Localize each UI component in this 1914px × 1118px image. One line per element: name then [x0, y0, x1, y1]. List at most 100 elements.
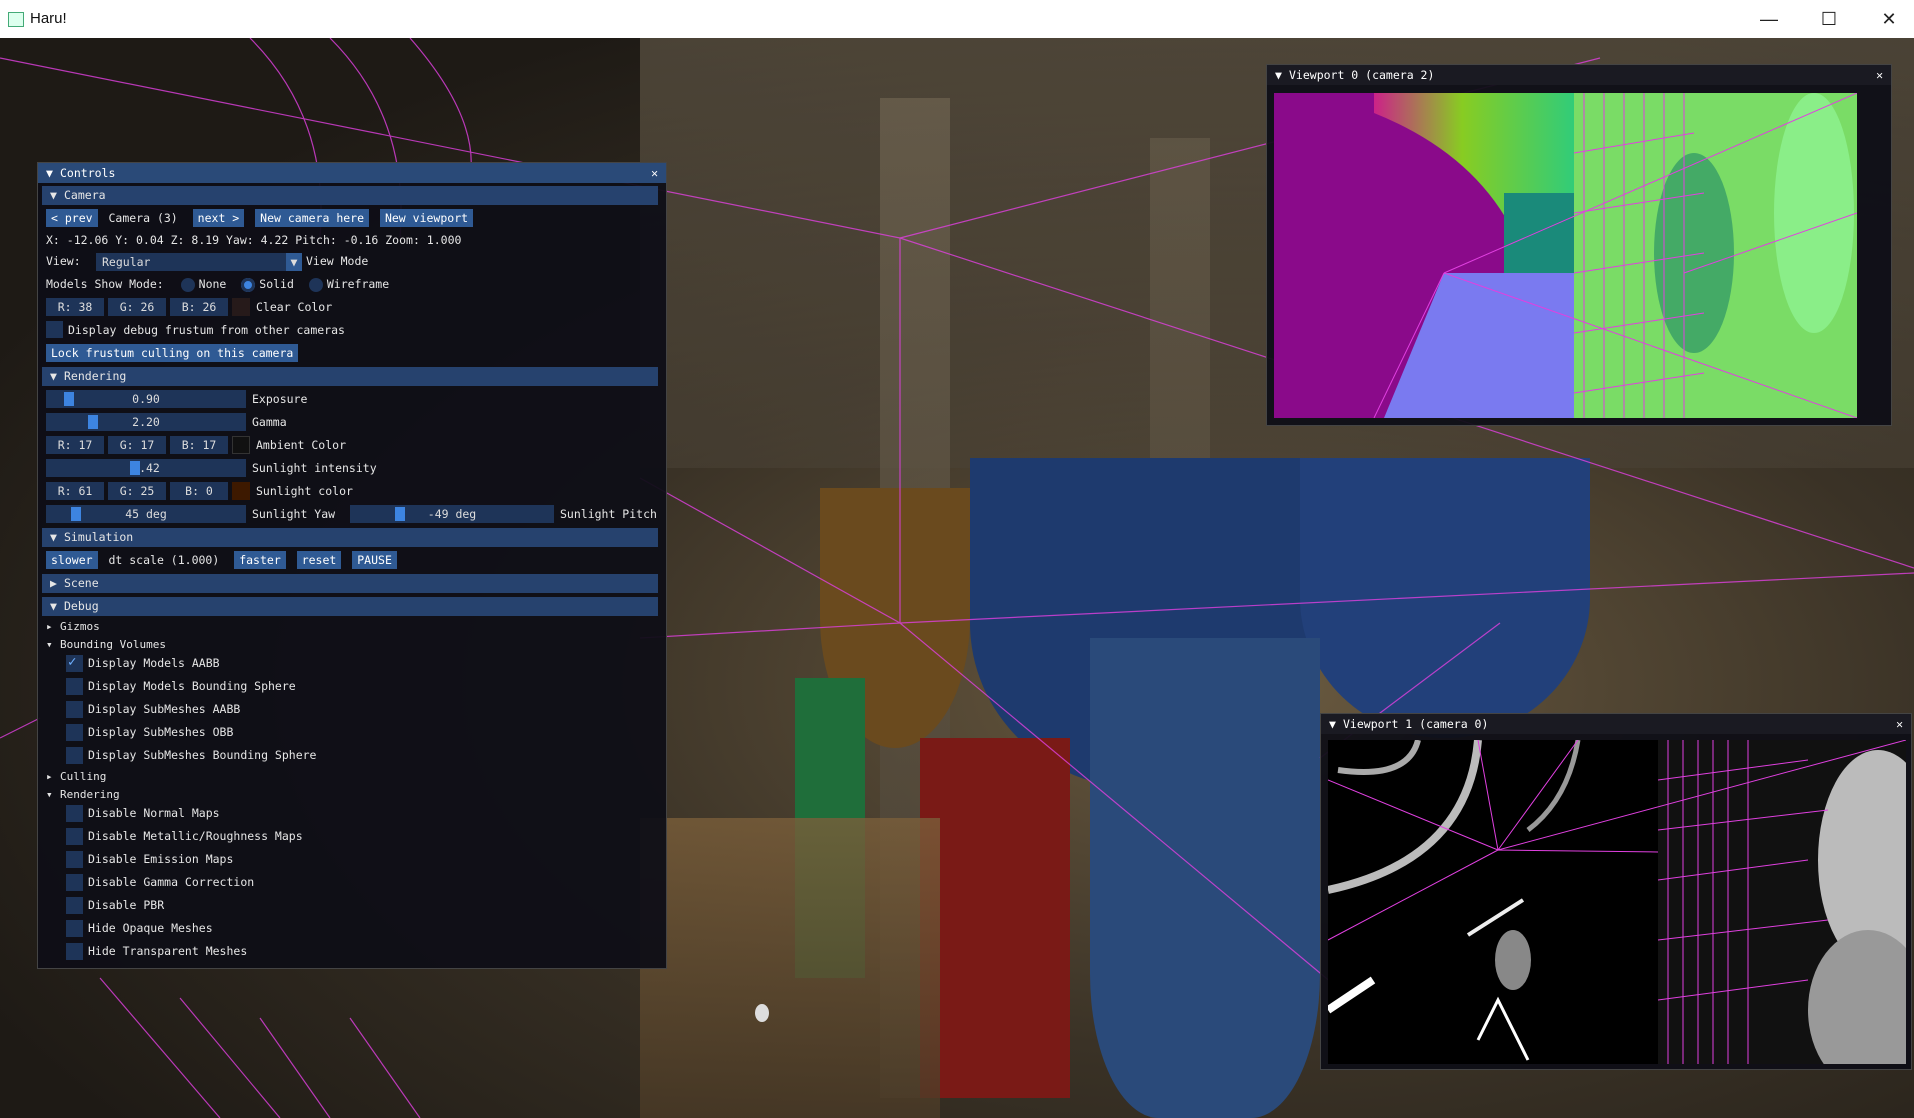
ambient-color-swatch[interactable]: [232, 436, 250, 454]
chevron-down-icon: ▼: [50, 188, 57, 202]
r-checkbox-2[interactable]: [66, 851, 83, 868]
radio-solid[interactable]: [241, 277, 256, 292]
scene-header[interactable]: ▶ Scene: [42, 574, 658, 593]
next-camera-button[interactable]: next >: [192, 209, 245, 227]
viewport-1-render[interactable]: [1328, 740, 1906, 1064]
ambient-color-r[interactable]: R: 17: [46, 436, 104, 454]
sunlight-color-r[interactable]: R: 61: [46, 482, 104, 500]
r-label-6: Hide Transparent Meshes: [88, 944, 248, 958]
pause-button[interactable]: PAUSE: [352, 551, 397, 569]
collapse-arrow-icon[interactable]: ▼: [1275, 65, 1289, 85]
scene-header-label: Scene: [64, 576, 99, 590]
controls-window[interactable]: ▼ Controls ✕ ▼ Camera < prev Camera (3) ne…: [37, 162, 667, 969]
sunlight-color-b[interactable]: B: 0: [170, 482, 228, 500]
clear-color-label: Clear Color: [256, 300, 333, 314]
exposure-slider[interactable]: 0.90: [46, 390, 246, 408]
controls-titlebar[interactable]: ▼ Controls ✕: [38, 163, 666, 183]
bv-checkbox-3[interactable]: [66, 724, 83, 741]
sunlight-intensity-slider[interactable]: 4.42: [46, 459, 246, 477]
bv-label-0: Display Models AABB: [88, 656, 220, 670]
reset-button[interactable]: reset: [296, 551, 342, 569]
chevron-down-icon[interactable]: ▼: [286, 253, 302, 271]
gizmos-label: Gizmos: [60, 620, 100, 633]
chevron-down-icon: ▾: [46, 788, 53, 801]
viewport-0-close-icon[interactable]: ✕: [1876, 65, 1883, 85]
sunlight-color-swatch[interactable]: [232, 482, 250, 500]
controls-title: Controls: [60, 166, 116, 180]
viewport-0-render[interactable]: [1274, 93, 1857, 418]
ambient-color-b[interactable]: B: 17: [170, 436, 228, 454]
r-checkbox-0[interactable]: [66, 805, 83, 822]
debug-rendering-node[interactable]: ▾ Rendering: [46, 785, 120, 804]
viewport-1-close-icon[interactable]: ✕: [1896, 714, 1903, 734]
controls-close-icon[interactable]: ✕: [651, 163, 658, 183]
bounding-volumes-label: Bounding Volumes: [60, 638, 166, 651]
exposure-value: 0.90: [132, 392, 160, 406]
new-camera-button[interactable]: New camera here: [255, 209, 370, 227]
camera-header[interactable]: ▼ Camera: [42, 186, 658, 205]
clear-color-b[interactable]: B: 26: [170, 298, 228, 316]
chevron-right-icon: ▸: [46, 620, 53, 633]
culling-node[interactable]: ▸ Culling: [46, 767, 106, 786]
r-checkbox-1[interactable]: [66, 828, 83, 845]
view-select[interactable]: Regular: [96, 253, 286, 271]
bv-checkbox-4[interactable]: [66, 747, 83, 764]
bv-checkbox-2[interactable]: [66, 701, 83, 718]
sunlight-yaw-slider[interactable]: 45 deg: [46, 505, 246, 523]
slider-grab[interactable]: [63, 392, 74, 406]
radio-none-label: None: [198, 277, 227, 291]
gizmos-node[interactable]: ▸ Gizmos: [46, 617, 100, 636]
camera-header-label: Camera: [64, 188, 106, 202]
viewport-0-normals-image: [1274, 93, 1857, 418]
clear-color-r[interactable]: R: 38: [46, 298, 104, 316]
radio-wireframe[interactable]: [308, 277, 323, 292]
viewport-1-titlebar[interactable]: ▼ Viewport 1 (camera 0) ✕: [1321, 714, 1911, 734]
sunlight-color-g[interactable]: G: 25: [108, 482, 166, 500]
slider-grab[interactable]: [395, 507, 406, 521]
gamma-value: 2.20: [132, 415, 160, 429]
bv-checkbox-1[interactable]: [66, 678, 83, 695]
slider-grab[interactable]: [129, 461, 140, 475]
r-label-3: Disable Gamma Correction: [88, 875, 255, 889]
viewport-1-window[interactable]: ▼ Viewport 1 (camera 0) ✕: [1320, 713, 1912, 1070]
debug-frustum-checkbox[interactable]: [46, 321, 63, 338]
simulation-header[interactable]: ▼ Simulation: [42, 528, 658, 547]
minimize-button[interactable]: —: [1746, 0, 1792, 38]
radio-none[interactable]: [180, 277, 195, 292]
radio-solid-label: Solid: [259, 277, 294, 291]
clear-color-swatch[interactable]: [232, 298, 250, 316]
slider-grab[interactable]: [88, 415, 99, 429]
culling-label: Culling: [60, 770, 107, 783]
clear-color-g[interactable]: G: 26: [108, 298, 166, 316]
lock-frustum-button[interactable]: Lock frustum culling on this camera: [46, 344, 299, 362]
gamma-slider[interactable]: 2.20: [46, 413, 246, 431]
slower-button[interactable]: slower: [46, 551, 98, 569]
rendering-header[interactable]: ▼ Rendering: [42, 367, 658, 386]
debug-header[interactable]: ▼ Debug: [42, 597, 658, 616]
new-viewport-button[interactable]: New viewport: [379, 209, 474, 227]
slider-grab[interactable]: [70, 507, 81, 521]
sunlight-pitch-label: Sunlight Pitch: [560, 507, 657, 521]
bv-checkbox-0[interactable]: [66, 654, 83, 672]
r-checkbox-3[interactable]: [66, 874, 83, 891]
collapse-arrow-icon[interactable]: ▼: [1329, 714, 1343, 734]
r-checkbox-4[interactable]: [66, 897, 83, 914]
r-checkbox-5[interactable]: [66, 920, 83, 937]
dt-scale-label: dt scale (1.000): [108, 553, 220, 567]
chevron-down-icon: ▼: [50, 530, 57, 544]
viewport-0-titlebar[interactable]: ▼ Viewport 0 (camera 2) ✕: [1267, 65, 1891, 85]
prev-camera-button[interactable]: < prev: [46, 209, 98, 227]
faster-button[interactable]: faster: [234, 551, 286, 569]
collapse-arrow-icon[interactable]: ▼: [46, 163, 60, 183]
viewport-0-window[interactable]: ▼ Viewport 0 (camera 2) ✕: [1266, 64, 1892, 426]
ambient-color-g[interactable]: G: 17: [108, 436, 166, 454]
r-label-5: Hide Opaque Meshes: [88, 921, 213, 935]
r-checkbox-6[interactable]: [66, 943, 83, 960]
chevron-down-icon: ▾: [46, 638, 53, 651]
rendering-header-label: Rendering: [64, 369, 127, 383]
close-button[interactable]: ✕: [1866, 0, 1912, 38]
r-label-4: Disable PBR: [88, 898, 165, 912]
bounding-volumes-node[interactable]: ▾ Bounding Volumes: [46, 635, 166, 654]
maximize-button[interactable]: ☐: [1806, 0, 1852, 38]
sunlight-pitch-slider[interactable]: -49 deg: [350, 505, 554, 523]
